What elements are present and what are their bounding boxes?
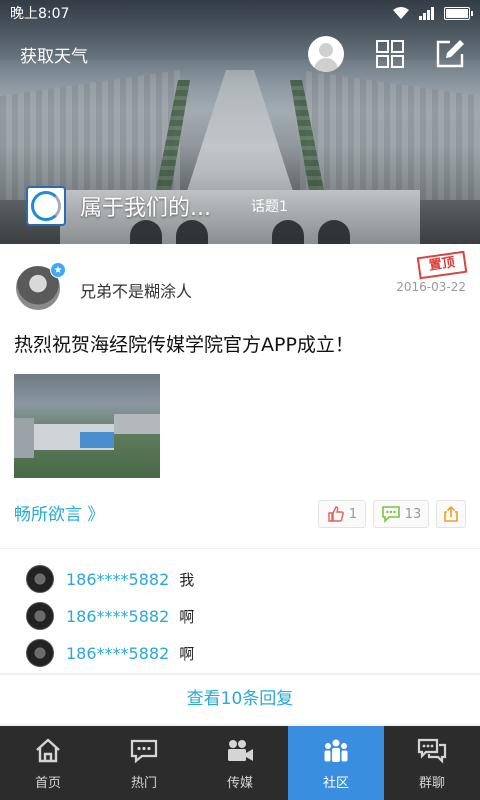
nav-item-hot[interactable]: 热门 — [96, 726, 192, 800]
comment-item[interactable]: 186****5882 我 — [26, 565, 194, 593]
board-link[interactable]: 畅所欲言 》 — [14, 500, 104, 525]
commenter-name[interactable]: 186****5882 — [66, 570, 169, 589]
bottom-nav: 首页 热门 传媒 社区 群聊 — [0, 726, 480, 800]
like-count: 1 — [348, 506, 358, 522]
comment-icon — [381, 506, 400, 523]
weather-button[interactable]: 获取天气 — [20, 42, 88, 67]
people-icon — [324, 739, 348, 762]
commenter-avatar[interactable] — [26, 602, 54, 630]
comment-button[interactable]: 13 — [373, 500, 429, 528]
chat-icon — [130, 739, 158, 763]
verified-badge-icon: ★ — [50, 262, 66, 278]
post-title[interactable]: 热烈祝贺海经院传媒学院官方APP成立！ — [14, 330, 354, 357]
post-date: 2016-03-22 — [396, 280, 466, 294]
community-name: 属于我们的... — [80, 196, 211, 221]
pinned-stamp: 置顶 — [416, 250, 468, 280]
share-icon — [444, 505, 458, 522]
nav-item-media[interactable]: 传媒 — [192, 726, 288, 800]
home-icon — [36, 738, 60, 762]
like-button[interactable]: 1 — [318, 500, 366, 528]
header-banner: 晚上8:07 获取天气 属于我们的... 话题1 — [0, 0, 480, 244]
battery-icon — [444, 6, 473, 20]
grid-icon[interactable] — [374, 38, 406, 70]
comment-text: 啊 — [179, 644, 195, 663]
community-bar[interactable]: 属于我们的... 话题1 — [26, 186, 288, 226]
group-chat-icon — [417, 738, 447, 764]
signal-icon — [419, 7, 434, 20]
logo-ring — [31, 191, 61, 221]
post-image[interactable] — [14, 374, 160, 478]
thumb-building — [114, 414, 160, 434]
nav-item-home[interactable]: 首页 — [0, 726, 96, 800]
user-avatar-icon[interactable] — [308, 36, 344, 72]
compose-icon[interactable] — [434, 38, 466, 70]
commenter-name[interactable]: 186****5882 — [66, 644, 169, 663]
share-button[interactable] — [436, 500, 466, 528]
thumb-building — [14, 418, 34, 458]
comment-text: 啊 — [179, 607, 195, 626]
thumbs-up-icon — [328, 506, 344, 522]
video-camera-icon — [228, 739, 253, 761]
thumb-building — [80, 432, 114, 448]
wifi-icon — [393, 7, 409, 19]
nav-label: 社区 — [322, 775, 349, 791]
college-logo-icon — [26, 186, 66, 226]
comment-item[interactable]: 186****5882 啊 — [26, 602, 194, 630]
comment-count: 13 — [404, 506, 422, 522]
nav-label: 传媒 — [226, 775, 253, 791]
commenter-name[interactable]: 186****5882 — [66, 607, 169, 626]
status-icons — [392, 6, 473, 20]
avatar-body — [314, 58, 338, 72]
status-bar: 晚上8:07 — [0, 0, 480, 26]
view-more-replies-button[interactable]: 查看10条回复 — [0, 674, 480, 724]
status-time: 晚上8:07 — [10, 6, 70, 22]
battery-fill — [446, 8, 468, 18]
nav-label: 群聊 — [418, 775, 445, 791]
nav-item-community[interactable]: 社区 — [288, 726, 384, 800]
comment-list: 186****5882 我 186****5882 啊 186****5882 … — [0, 549, 480, 673]
author-name[interactable]: 兄弟不是糊涂人 — [80, 278, 192, 302]
nav-item-group-chat[interactable]: 群聊 — [384, 726, 480, 800]
commenter-avatar[interactable] — [26, 565, 54, 593]
nav-label: 首页 — [34, 775, 61, 791]
comment-text: 我 — [179, 570, 195, 589]
post-card[interactable]: ★ 兄弟不是糊涂人 置顶 2016-03-22 热烈祝贺海经院传媒学院官方APP… — [0, 244, 480, 548]
nav-label: 热门 — [130, 775, 157, 791]
avatar-head — [319, 43, 333, 57]
commenter-avatar[interactable] — [26, 639, 54, 667]
topic-count: 话题1 — [250, 199, 288, 215]
comment-item[interactable]: 186****5882 啊 — [26, 639, 194, 667]
